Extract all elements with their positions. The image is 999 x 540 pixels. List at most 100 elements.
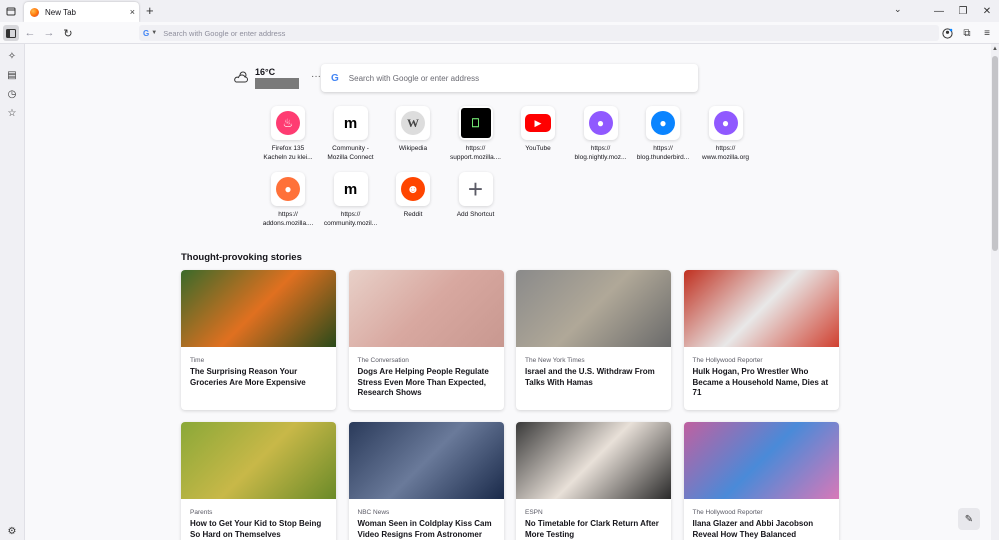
story-card[interactable]: The New York Times Israel and the U.S. Wi… — [516, 270, 671, 410]
firefox-icon — [30, 7, 39, 17]
tab-strip: New Tab × + ⌄ — ❐ ✕ — [0, 0, 999, 22]
account-icon[interactable] — [939, 25, 955, 41]
shortcut-label: https://blog.thunderbird... — [636, 145, 690, 161]
sidebar: ✧ ▤ ◷ ☆ ⚙ — [0, 44, 25, 540]
story-thumbnail — [683, 422, 839, 499]
story-title: Ilana Glazer and Abbi Jacobson Reveal Ho… — [692, 519, 814, 539]
address-placeholder: Search with Google or enter address — [163, 28, 286, 38]
story-card[interactable]: NBC News Woman Seen in Coldplay Kiss Cam … — [348, 422, 504, 540]
youtube-icon: ▶ — [525, 114, 551, 132]
shortcut-tile[interactable]: m https://community.mozil... — [321, 172, 381, 228]
shortcut-tile[interactable]: ● https://blog.nightly.moz... — [571, 106, 631, 162]
shortcut-icon-tile: W — [396, 106, 430, 140]
story-thumbnail — [348, 270, 504, 347]
window-controls: — ❐ ✕ — [927, 0, 999, 22]
support-icon: ⎕ — [460, 108, 491, 138]
shortcut-tile[interactable]: W Wikipedia — [383, 106, 443, 154]
navigation-bar: ← → ↻ G ▼ Search with Google or enter ad… — [0, 22, 999, 44]
thunderbird-icon: ● — [651, 111, 675, 135]
shortcut-icon-tile: ☻ — [396, 172, 430, 206]
story-thumbnail — [181, 270, 336, 347]
scroll-thumb[interactable] — [992, 56, 998, 251]
weather-more-icon[interactable]: ··· — [311, 71, 321, 82]
forward-icon[interactable]: → — [41, 25, 57, 41]
back-icon[interactable]: ← — [22, 25, 38, 41]
close-window-icon[interactable]: ✕ — [975, 0, 999, 22]
search-input[interactable]: G Search with Google or enter address — [321, 64, 698, 92]
shortcut-label: Reddit — [403, 211, 423, 218]
shortcut-tile[interactable]: m Community - Mozilla Connect — [321, 106, 381, 162]
story-card[interactable]: The Hollywood Reporter Ilana Glazer and A… — [683, 422, 839, 540]
scroll-up-icon[interactable]: ▲ — [992, 46, 998, 52]
story-source: Parents — [190, 509, 213, 516]
story-card[interactable]: ESPN No Timetable for Clark Return After … — [516, 422, 671, 540]
address-bar[interactable]: G ▼ Search with Google or enter address — [139, 25, 939, 41]
restore-icon[interactable]: ❐ — [951, 0, 975, 22]
settings-gear-icon[interactable]: ⚙ — [5, 524, 19, 538]
extensions-icon[interactable]: ⧉ — [959, 25, 975, 41]
story-title: Woman Seen in Coldplay Kiss Cam Video Re… — [357, 519, 492, 539]
story-title: Israel and the U.S. Withdraw From Talks … — [525, 367, 655, 387]
firefox-icon: ● — [713, 111, 738, 135]
shortcut-tile[interactable]: ▶ YouTube — [508, 106, 568, 154]
story-card[interactable]: Time The Surprising Reason Your Groceries… — [181, 270, 336, 410]
close-tab-icon[interactable]: × — [130, 7, 135, 17]
reload-icon[interactable]: ↻ — [60, 25, 76, 41]
shortcut-tile[interactable]: ♨ Firefox 135 Kacheln zu klei... — [258, 106, 318, 162]
menu-icon[interactable]: ≡ — [979, 25, 995, 41]
shortcut-label: https://blog.nightly.moz... — [574, 145, 627, 161]
weather-widget[interactable]: 16°C ··· — [233, 66, 321, 96]
stories-heading: Thought-provoking stories — [181, 252, 302, 263]
tab-title: New Tab — [45, 7, 76, 17]
shortcut-icon-tile: ⎕ — [458, 106, 493, 140]
sidebar-toggle-icon[interactable] — [3, 25, 19, 41]
tab-new-tab[interactable]: New Tab × — [24, 2, 139, 22]
weather-temperature: 16°C — [255, 67, 276, 77]
shortcut-icon-tile: ● — [646, 106, 680, 140]
bookmarks-icon[interactable]: ☆ — [5, 106, 19, 120]
shortcut-label: Firefox 135 Kacheln zu klei... — [263, 145, 313, 161]
history-icon[interactable]: ◷ — [5, 87, 19, 101]
minimize-icon[interactable]: — — [927, 0, 951, 22]
story-source: The Hollywood Reporter — [692, 509, 763, 516]
shortcut-tile[interactable]: ☻ Reddit — [383, 172, 443, 220]
cloudy-sun-icon — [233, 70, 249, 87]
story-title: Dogs Are Helping People Regulate Stress … — [357, 367, 489, 397]
story-card[interactable]: Parents How to Get Your Kid to Stop Being… — [181, 422, 336, 540]
shortcut-label: Wikipedia — [398, 145, 428, 152]
search-engine-selector[interactable]: G ▼ — [143, 29, 157, 38]
story-thumbnail — [348, 422, 504, 499]
story-card[interactable]: The Hollywood Reporter Hulk Hogan, Pro Wr… — [683, 270, 839, 410]
customize-pencil-icon[interactable]: ✎ — [958, 508, 980, 530]
mozilla-m-icon: m — [338, 111, 363, 135]
shortcut-tile[interactable]: ● https://blog.thunderbird... — [633, 106, 693, 162]
shortcut-icon-tile: ● — [708, 106, 743, 140]
shortcut-tile[interactable]: ● https://addons.mozilla.... — [258, 172, 318, 228]
shortcut-label: https://support.mozilla.... — [450, 145, 501, 161]
shortcut-label: https://www.mozilla.org — [702, 145, 749, 161]
shortcut-icon-tile: ● — [271, 172, 305, 206]
tinder-icon: ♨ — [276, 111, 300, 135]
shortcut-tile[interactable]: + Add Shortcut — [446, 172, 506, 220]
new-tab-button[interactable]: + — [146, 3, 154, 18]
story-thumbnail — [683, 270, 839, 347]
ai-chatbot-icon[interactable]: ✧ — [5, 49, 19, 63]
scrollbar[interactable]: ▲ — [991, 44, 999, 540]
mozilla-m-icon: m — [338, 177, 363, 201]
shortcut-tile[interactable]: ● https://www.mozilla.org — [696, 106, 756, 162]
story-title: No Timetable for Clark Return After More… — [525, 519, 659, 539]
tab-list-icon[interactable] — [3, 3, 19, 19]
google-icon: G — [331, 72, 339, 84]
story-source: The Hollywood Reporter — [692, 357, 763, 364]
google-icon: G — [143, 28, 150, 38]
shortcut-tile[interactable]: ⎕ https://support.mozilla.... — [446, 106, 506, 162]
chevron-down-icon[interactable]: ⌄ — [894, 4, 902, 15]
shortcut-icon-tile: ▶ — [521, 106, 555, 140]
story-card[interactable]: The Conversation Dogs Are Helping People … — [348, 270, 504, 410]
story-source: The Conversation — [357, 357, 409, 364]
shortcut-label: Community - Mozilla Connect — [327, 145, 374, 161]
story-source: ESPN — [525, 509, 543, 516]
synced-tabs-icon[interactable]: ▤ — [5, 68, 19, 82]
shortcut-icon-tile: m — [333, 106, 368, 140]
reddit-icon: ☻ — [401, 177, 425, 201]
